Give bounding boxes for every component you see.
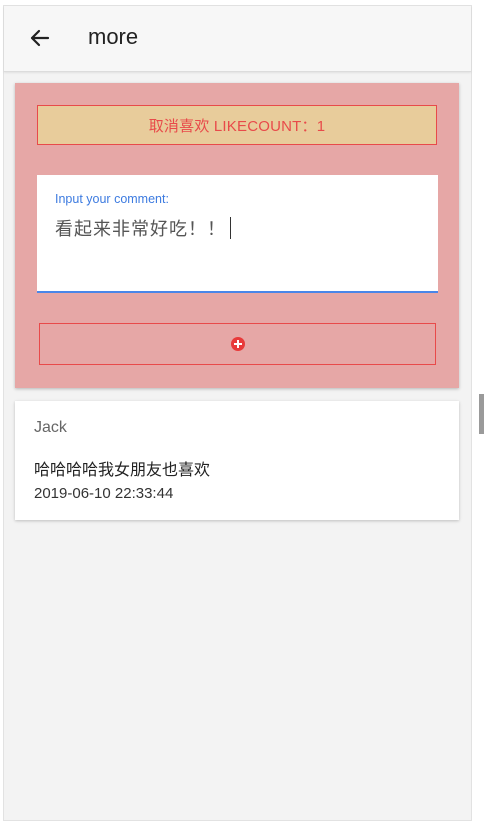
comment-content: 哈哈哈哈我女朋友也喜欢 — [34, 462, 211, 479]
back-button[interactable] — [26, 24, 54, 52]
text-caret — [230, 217, 231, 239]
comment-author: Jack — [34, 419, 67, 436]
comment-input-text: 看起来非常好吃！！ — [55, 219, 226, 240]
comment-input-value[interactable]: 看起来非常好吃！！ — [55, 215, 415, 241]
top-app-bar: more — [4, 6, 471, 72]
comment-input-field[interactable]: Input your comment: 看起来非常好吃！！ — [37, 175, 438, 293]
arrow-left-icon — [30, 29, 50, 47]
like-comment-card: 取消喜欢 LIKECOUNT：1 Input your comment: 看起来… — [15, 83, 459, 388]
like-button-label: 取消喜欢 LIKECOUNT：1 — [148, 117, 326, 135]
app-screen: more 取消喜欢 LIKECOUNT：1 Input your comment… — [4, 6, 471, 820]
plus-circle-icon — [230, 337, 245, 351]
page-title: more — [88, 24, 139, 49]
comment-timestamp: 2019-06-10 22:33:44 — [34, 485, 174, 502]
comment-input-label: Input your comment: — [55, 192, 169, 206]
comment-item: Jack 哈哈哈哈我女朋友也喜欢 2019-06-10 22:33:44 — [15, 401, 459, 520]
scrollbar-thumb[interactable] — [479, 394, 484, 434]
unlike-button[interactable]: 取消喜欢 LIKECOUNT：1 — [37, 105, 437, 145]
add-comment-button[interactable] — [39, 323, 436, 365]
